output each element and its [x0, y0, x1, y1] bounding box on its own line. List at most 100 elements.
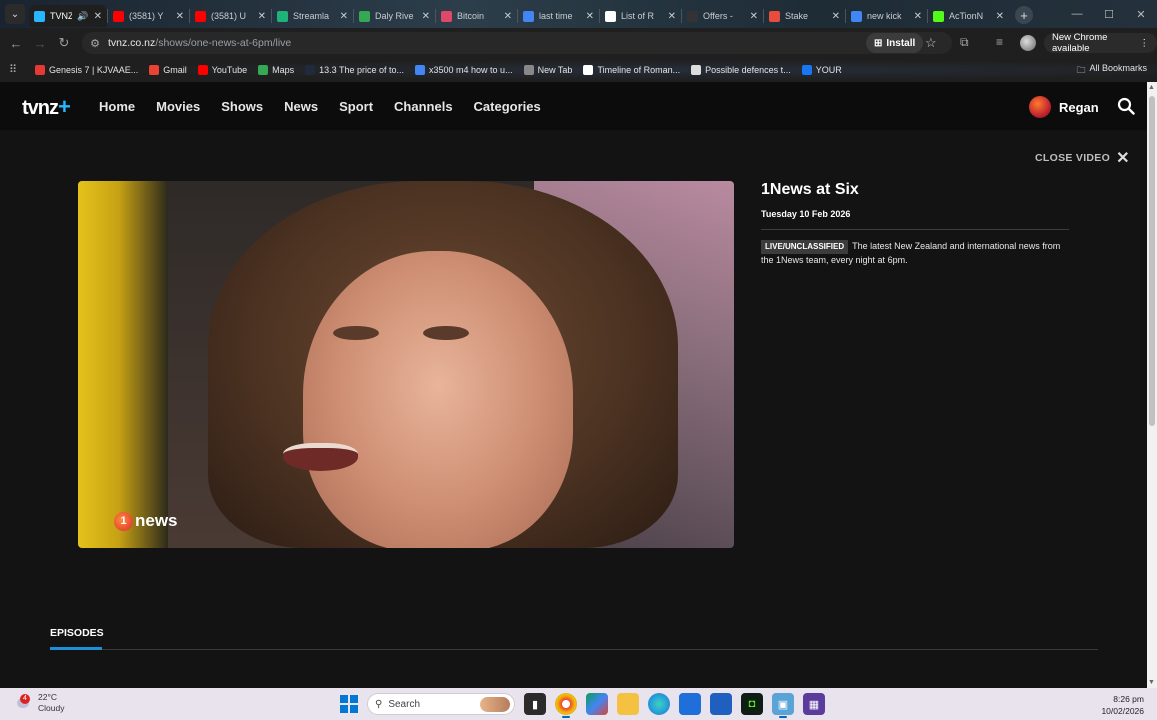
bookmark-item[interactable]: Genesis 7 | KJVAAE...: [35, 65, 138, 75]
close-tab-icon[interactable]: ✕: [914, 11, 922, 22]
nav-news[interactable]: News: [284, 99, 318, 114]
browser-tab[interactable]: (3581) U ✕: [190, 5, 271, 27]
bookmark-item[interactable]: Maps: [258, 65, 294, 75]
new-tab-button[interactable]: +: [1015, 6, 1033, 24]
tab-title: Stake: [785, 11, 809, 21]
user-avatar: [1029, 96, 1051, 118]
close-tab-icon[interactable]: ✕: [586, 11, 594, 22]
browser-tab[interactable]: Stake ✕: [764, 5, 845, 27]
close-tab-icon[interactable]: ✕: [176, 11, 184, 22]
start-button[interactable]: [340, 695, 358, 713]
weather-widget[interactable]: 4 22°C Cloudy: [14, 692, 64, 714]
browser-tab[interactable]: Streamla ✕: [272, 5, 353, 27]
bookmark-item[interactable]: 13.3 The price of to...: [305, 65, 404, 75]
apps-grid-icon[interactable]: ⠿: [9, 64, 21, 76]
close-tab-icon[interactable]: ✕: [996, 11, 1004, 22]
close-tab-icon[interactable]: ✕: [504, 11, 512, 22]
nav-categories[interactable]: Categories: [474, 99, 541, 114]
bookmark-item[interactable]: Possible defences t...: [691, 65, 791, 75]
tvnz-logo[interactable]: tvnz+: [22, 94, 71, 120]
profile-avatar[interactable]: [1020, 35, 1036, 51]
browser-tab[interactable]: (3581) Y ✕: [108, 5, 189, 27]
nav-shows[interactable]: Shows: [221, 99, 263, 114]
scroll-down-icon[interactable]: ▼: [1148, 679, 1155, 686]
close-tab-icon[interactable]: ✕: [94, 11, 102, 22]
more-menu-icon[interactable]: ⋮: [1140, 38, 1150, 49]
close-tab-icon[interactable]: ✕: [750, 11, 758, 22]
browser-toolbar: ← → ↻ ⚙ tvnz.co.nz/shows/one-news-at-6pm…: [0, 28, 1157, 58]
browser-tab[interactable]: Daly Rive ✕: [354, 5, 435, 27]
bookmark-item[interactable]: YouTube: [197, 65, 247, 75]
app-icon[interactable]: ▦: [803, 693, 825, 715]
system-clock[interactable]: 8:26 pm 10/02/2026: [1101, 693, 1144, 717]
reading-list-icon[interactable]: ≡: [996, 35, 1003, 49]
tab-episodes[interactable]: EPISODES: [50, 627, 104, 639]
tab-title: Streamla: [293, 11, 330, 21]
install-app-button[interactable]: ⊞ Install: [866, 33, 924, 53]
close-tab-icon[interactable]: ✕: [258, 11, 266, 22]
copilot-icon[interactable]: [586, 693, 608, 715]
site-info-icon[interactable]: ⚙: [86, 37, 104, 50]
bookmark-item[interactable]: Gmail: [149, 65, 187, 75]
scrollbar-thumb[interactable]: [1149, 96, 1155, 426]
windows-taskbar: 4 22°C Cloudy ⚲ Search ▮ ◘ ▣ ▦ 8:26 pm 10…: [0, 688, 1157, 720]
close-tab-icon[interactable]: ✕: [668, 11, 676, 22]
bookmark-item[interactable]: x3500 m4 how to u...: [415, 65, 513, 75]
maximize-button[interactable]: ☐: [1093, 0, 1125, 28]
task-view-icon[interactable]: ▮: [524, 693, 546, 715]
tab-search-button[interactable]: ⌄: [5, 4, 25, 24]
tab-title: last time: [539, 11, 573, 21]
page-scrollbar[interactable]: ▲ ▼: [1147, 82, 1157, 688]
app-icon[interactable]: ◘: [741, 693, 763, 715]
store-icon[interactable]: [710, 693, 732, 715]
show-info-panel: 1News at Six Tuesday 10 Feb 2026 LIVE/UN…: [761, 181, 1069, 266]
nav-home[interactable]: Home: [99, 99, 135, 114]
forward-button[interactable]: →: [28, 36, 52, 51]
app-icon[interactable]: ▣: [772, 693, 794, 718]
close-tab-icon[interactable]: ✕: [340, 11, 348, 22]
bookmark-favicon: [149, 65, 160, 75]
search-icon[interactable]: [1117, 97, 1135, 115]
outlook-icon[interactable]: [679, 693, 701, 715]
bookmark-item[interactable]: Timeline of Roman...: [583, 65, 680, 75]
tab-favicon: [851, 10, 862, 22]
bookmark-star-icon[interactable]: ☆: [925, 35, 937, 51]
close-window-button[interactable]: ✕: [1125, 0, 1157, 28]
video-player[interactable]: 1 news: [78, 181, 734, 548]
extensions-icon[interactable]: ⧉: [960, 35, 969, 50]
all-bookmarks-button[interactable]: 🗀 All Bookmarks: [1076, 63, 1147, 79]
tab-favicon: [769, 10, 780, 22]
active-tab-indicator: [50, 647, 102, 650]
close-video-button[interactable]: CLOSE VIDEO ✕: [1035, 148, 1130, 168]
browser-tab[interactable]: AcTionN ✕: [928, 5, 1009, 27]
bookmark-item[interactable]: YOUR: [801, 65, 842, 75]
address-bar[interactable]: ⚙ tvnz.co.nz/shows/one-news-at-6pm/live: [82, 32, 952, 54]
close-tab-icon[interactable]: ✕: [832, 11, 840, 22]
bookmark-favicon: [258, 65, 269, 75]
nav-movies[interactable]: Movies: [156, 99, 200, 114]
browser-tab[interactable]: Offers - ✕: [682, 5, 763, 27]
weather-desc: Cloudy: [38, 703, 65, 713]
bookmark-item[interactable]: New Tab: [523, 65, 572, 75]
browser-tab[interactable]: List of R ✕: [600, 5, 681, 27]
reload-button[interactable]: ↻: [52, 35, 76, 51]
back-button[interactable]: ←: [4, 36, 28, 51]
scroll-up-icon[interactable]: ▲: [1148, 84, 1155, 91]
nav-sport[interactable]: Sport: [339, 99, 373, 114]
close-tab-icon[interactable]: ✕: [422, 11, 430, 22]
browser-tab[interactable]: Bitcoin ✕: [436, 5, 517, 27]
speaker-icon[interactable]: 🔊: [77, 11, 88, 22]
user-profile[interactable]: Regan: [1029, 96, 1099, 118]
new-chrome-available-button[interactable]: New Chrome available ⋮: [1044, 32, 1157, 54]
weather-temp: 22°C: [38, 692, 57, 702]
browser-tab[interactable]: last time ✕: [518, 5, 599, 27]
browser-tab[interactable]: TVNZ 🔊 ✕: [29, 5, 107, 27]
tab-favicon: [933, 10, 944, 22]
browser-tab[interactable]: new kick ✕: [846, 5, 927, 27]
nav-channels[interactable]: Channels: [394, 99, 453, 114]
edge-icon[interactable]: [648, 693, 670, 715]
minimize-button[interactable]: —: [1061, 0, 1093, 28]
taskbar-search[interactable]: ⚲ Search: [367, 693, 515, 715]
chrome-icon[interactable]: [555, 693, 577, 718]
file-explorer-icon[interactable]: [617, 693, 639, 715]
